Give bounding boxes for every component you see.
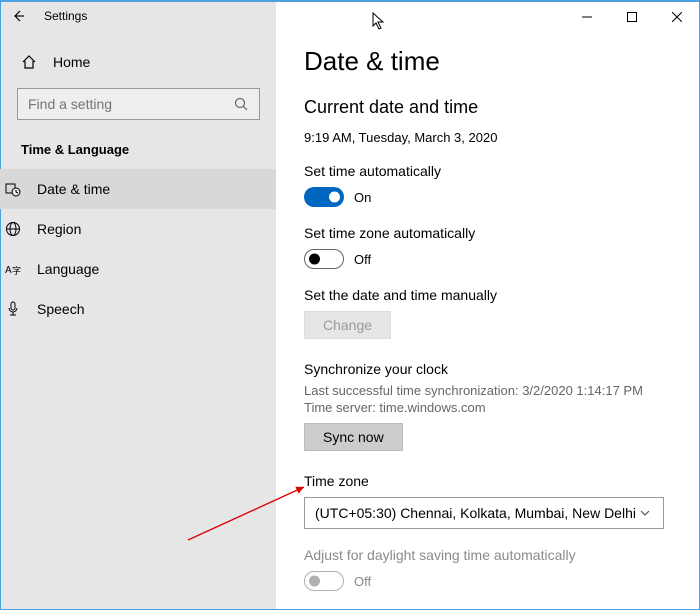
main-content: Date & time Current date and time 9:19 A… bbox=[276, 2, 699, 609]
sidebar-item-label: Date & time bbox=[37, 181, 110, 197]
nav-home[interactable]: Home bbox=[17, 46, 260, 78]
change-button: Change bbox=[304, 311, 391, 339]
nav-home-label: Home bbox=[53, 54, 90, 70]
sync-server-info: Time server: time.windows.com bbox=[304, 400, 671, 415]
sidebar-item-date-time[interactable]: Date & time bbox=[0, 169, 292, 209]
sidebar-section-label: Time & Language bbox=[17, 138, 260, 169]
svg-text:A: A bbox=[5, 265, 12, 276]
back-icon[interactable] bbox=[10, 8, 26, 24]
globe-icon bbox=[5, 221, 21, 237]
manual-datetime-label: Set the date and time manually bbox=[304, 287, 671, 303]
timezone-value: (UTC+05:30) Chennai, Kolkata, Mumbai, Ne… bbox=[315, 505, 636, 521]
page-title: Date & time bbox=[304, 46, 671, 77]
auto-tz-state: Off bbox=[354, 252, 371, 267]
dst-label: Adjust for daylight saving time automati… bbox=[304, 547, 671, 563]
sidebar-item-label: Region bbox=[37, 221, 81, 237]
home-icon bbox=[21, 54, 37, 70]
auto-time-label: Set time automatically bbox=[304, 163, 671, 179]
sidebar-item-speech[interactable]: Speech bbox=[0, 289, 292, 329]
sidebar-item-label: Speech bbox=[37, 301, 84, 317]
close-button[interactable] bbox=[654, 2, 699, 32]
timezone-title: Time zone bbox=[304, 473, 671, 489]
auto-time-state: On bbox=[354, 190, 371, 205]
svg-text:字: 字 bbox=[12, 265, 21, 276]
sidebar-item-label: Language bbox=[37, 261, 99, 277]
sidebar: Home Time & Language Date & time bbox=[1, 2, 276, 609]
dst-toggle bbox=[304, 571, 344, 591]
sync-now-button[interactable]: Sync now bbox=[304, 423, 403, 451]
current-datetime-title: Current date and time bbox=[304, 97, 671, 118]
dst-state: Off bbox=[354, 574, 371, 589]
search-box[interactable] bbox=[17, 88, 260, 120]
sync-title: Synchronize your clock bbox=[304, 361, 671, 377]
sync-last-info: Last successful time synchronization: 3/… bbox=[304, 383, 671, 398]
search-icon bbox=[233, 96, 249, 112]
current-datetime-value: 9:19 AM, Tuesday, March 3, 2020 bbox=[304, 130, 671, 145]
language-icon: A字 bbox=[5, 261, 21, 277]
auto-time-toggle[interactable] bbox=[304, 187, 344, 207]
sidebar-item-language[interactable]: A字 Language bbox=[0, 249, 292, 289]
titlebar: Settings bbox=[0, 0, 700, 32]
chevron-down-icon bbox=[637, 505, 653, 521]
timezone-dropdown[interactable]: (UTC+05:30) Chennai, Kolkata, Mumbai, Ne… bbox=[304, 497, 664, 529]
auto-tz-toggle[interactable] bbox=[304, 249, 344, 269]
search-input[interactable] bbox=[28, 96, 233, 112]
auto-tz-label: Set time zone automatically bbox=[304, 225, 671, 241]
microphone-icon bbox=[5, 301, 21, 317]
minimize-button[interactable] bbox=[564, 2, 609, 32]
clock-calendar-icon bbox=[5, 181, 21, 197]
sidebar-item-region[interactable]: Region bbox=[0, 209, 292, 249]
window-title: Settings bbox=[44, 9, 87, 23]
maximize-button[interactable] bbox=[609, 2, 654, 32]
